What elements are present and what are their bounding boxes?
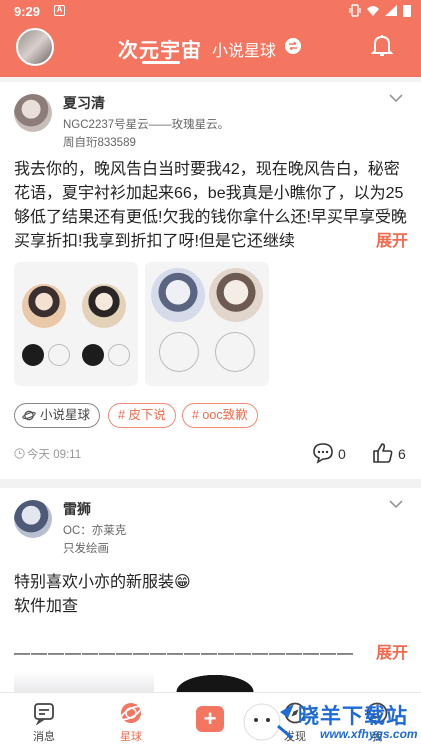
watermark-text: 晓羊下载站 bbox=[298, 704, 408, 728]
avatar[interactable] bbox=[14, 500, 52, 538]
nav-messages[interactable]: 消息 bbox=[14, 701, 74, 744]
comment-count: 0 bbox=[338, 446, 346, 462]
avatar[interactable] bbox=[14, 94, 52, 132]
image-figure bbox=[209, 268, 263, 322]
clock-icon bbox=[14, 448, 25, 459]
swap-icon[interactable] bbox=[285, 38, 301, 54]
planet-icon bbox=[120, 703, 142, 723]
post-body-line[interactable]: 软件加查 bbox=[14, 595, 78, 619]
author-signature: OC：亦莱克 bbox=[63, 525, 127, 537]
nav-label: 星球 bbox=[120, 731, 142, 743]
image-figure bbox=[215, 332, 255, 372]
tab-novel-planet[interactable]: 小说星球 bbox=[212, 37, 276, 61]
image-figure bbox=[82, 344, 104, 366]
author-name[interactable]: 夏习清 bbox=[63, 93, 105, 113]
comment-icon bbox=[313, 443, 333, 464]
tag-ooc[interactable]: # ooc致歉 bbox=[182, 403, 258, 428]
chevron-down-icon[interactable] bbox=[389, 94, 403, 103]
tag-label: 小说星球 bbox=[40, 408, 91, 422]
site-watermark: 晓羊下载站 www.xfhygs.com bbox=[236, 696, 421, 748]
active-tab-indicator bbox=[142, 61, 180, 64]
vibrate-icon bbox=[349, 4, 361, 17]
app-header: 次元宇宙 小说星球 bbox=[0, 22, 421, 77]
post-card[interactable]: 夏习清 NGC2237号星云——玫瑰星云。 周自珩833589 我去你的，晚风告… bbox=[0, 82, 421, 479]
create-post-button[interactable]: + bbox=[196, 706, 224, 732]
tab-dimension-universe[interactable]: 次元宇宙 bbox=[118, 34, 202, 63]
image-figure bbox=[108, 344, 130, 366]
bell-icon[interactable] bbox=[371, 34, 393, 58]
post-image[interactable] bbox=[170, 672, 260, 692]
like-count: 6 bbox=[398, 446, 406, 462]
image-figure bbox=[22, 344, 44, 366]
thumbs-up-icon bbox=[373, 443, 393, 463]
planet-icon bbox=[22, 410, 36, 421]
image-figure bbox=[159, 332, 199, 372]
post-card[interactable]: 雷狮 OC：亦莱克 只发绘画 特别喜欢小亦的新服装😁 软件加查 ————————… bbox=[0, 488, 421, 692]
post-body-divider: ———————————————————— bbox=[14, 645, 354, 662]
my-avatar[interactable] bbox=[16, 28, 54, 66]
expand-link[interactable]: 展开 bbox=[376, 642, 408, 666]
image-figure bbox=[22, 284, 66, 328]
author-bio: 只发绘画 bbox=[63, 543, 109, 555]
post-body-line[interactable]: 特别喜欢小亦的新服装😁 bbox=[14, 571, 191, 595]
image-figure bbox=[82, 284, 126, 328]
status-time: 9:29 bbox=[14, 4, 41, 19]
post-image[interactable] bbox=[145, 262, 269, 386]
status-icons bbox=[349, 4, 411, 17]
nav-label: 消息 bbox=[33, 731, 55, 743]
wifi-icon bbox=[367, 6, 379, 16]
status-bar: 9:29 A bbox=[0, 0, 421, 22]
author-signature: NGC2237号星云——玫瑰星云。 bbox=[63, 119, 230, 131]
watermark-url: www.xfhygs.com bbox=[320, 727, 418, 741]
expand-link[interactable]: 展开 bbox=[361, 230, 408, 254]
image-figure bbox=[151, 268, 205, 322]
signal-icon bbox=[385, 5, 397, 16]
image-figure bbox=[48, 344, 70, 366]
post-time-label: 今天 09:11 bbox=[27, 449, 82, 461]
post-time: 今天 09:11 bbox=[14, 446, 81, 462]
notification-icon: A bbox=[54, 5, 65, 16]
nav-planet[interactable]: 星球 bbox=[101, 701, 161, 744]
sheep-logo-icon bbox=[243, 703, 294, 741]
tag-pixia-shuo[interactable]: # 皮下说 bbox=[108, 403, 176, 428]
author-oc: 周自珩833589 bbox=[63, 137, 136, 149]
post-body[interactable]: 我去你的，晚风告白当时要我42，现在晚风告白，秘密花语，夏宇衬衫加起来66，be… bbox=[14, 158, 409, 254]
author-name[interactable]: 雷狮 bbox=[63, 499, 91, 519]
like-button[interactable]: 6 bbox=[372, 442, 406, 464]
chevron-down-icon[interactable] bbox=[389, 500, 403, 509]
comment-button[interactable]: 0 bbox=[312, 442, 346, 464]
post-image[interactable] bbox=[14, 672, 154, 692]
tag-novel-planet[interactable]: 小说星球 bbox=[14, 403, 101, 428]
post-image[interactable] bbox=[14, 262, 138, 386]
battery-icon bbox=[403, 5, 411, 17]
message-icon bbox=[34, 703, 54, 725]
